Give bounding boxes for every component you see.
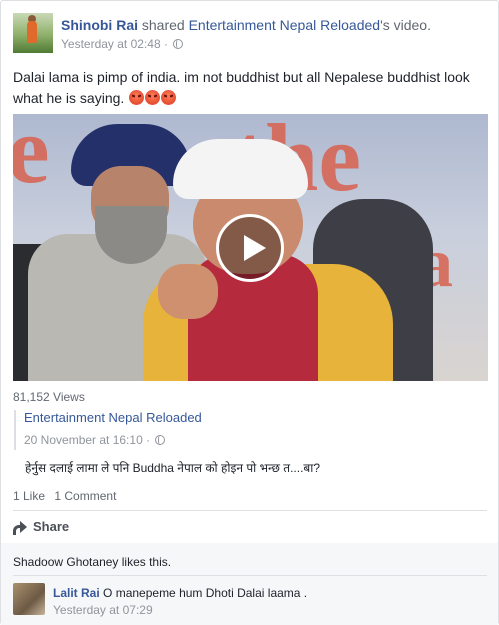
post-meta: Yesterday at 02:48 · (61, 36, 184, 52)
share-button-label: Share (33, 519, 70, 534)
comment-text: O manepeme hum Dhoti Dalai laama . (103, 586, 308, 600)
author-name-link[interactable]: Shinobi Rai (61, 17, 138, 33)
shared-source-timestamp[interactable]: 20 November at 16:10 (24, 433, 143, 447)
video-banner-glyph: e (13, 114, 50, 203)
post-headline: Shinobi Rai shared Entertainment Nepal R… (61, 16, 431, 34)
shared-source-block: Entertainment Nepal Reloaded 20 November… (14, 410, 484, 450)
divider (13, 575, 487, 576)
comment-count-link[interactable]: 1 Comment (54, 489, 116, 503)
commenter-name-link[interactable]: Lalit Rai (53, 586, 100, 600)
author-avatar[interactable] (13, 13, 53, 53)
video-player[interactable]: e the a (13, 114, 488, 381)
meta-separator: · (146, 433, 151, 447)
meta-separator: · (163, 37, 168, 51)
play-icon[interactable] (216, 214, 284, 282)
caption-text: Dalai lama is pimp of india. im not budd… (13, 69, 470, 106)
shared-page-link[interactable]: Entertainment Nepal Reloaded (189, 17, 380, 33)
headline-suffix: 's video. (380, 17, 431, 33)
post-footer: Shadoow Ghotaney likes this. Lalit Rai O… (1, 543, 498, 625)
engagement-counts: 1 Like 1 Comment (13, 489, 122, 503)
share-icon (13, 521, 27, 535)
shared-source-meta: 20 November at 16:10 · (24, 432, 484, 448)
post-header: Shinobi Rai shared Entertainment Nepal R… (13, 13, 483, 55)
angry-face-emoji (129, 90, 145, 105)
shared-source-page-link[interactable]: Entertainment Nepal Reloaded (24, 410, 484, 426)
comment-body: Lalit Rai O manepeme hum Dhoti Dalai laa… (53, 585, 307, 601)
view-count: 81,152 Views (13, 390, 85, 404)
share-button[interactable]: Share (13, 519, 69, 537)
angry-face-emoji (161, 90, 177, 105)
divider (13, 510, 487, 511)
avatar-figure-body (27, 21, 37, 43)
post-caption: Dalai lama is pimp of india. im not budd… (13, 67, 489, 109)
shared-source-text: हेर्नुस दलाई लामा ले पनि Buddha नेपाल को… (25, 461, 321, 475)
post-card: Shinobi Rai shared Entertainment Nepal R… (0, 0, 499, 625)
video-white-cap (173, 139, 308, 199)
commenter-avatar[interactable] (13, 583, 45, 615)
likes-summary[interactable]: Shadoow Ghotaney likes this. (13, 555, 171, 569)
post-timestamp[interactable]: Yesterday at 02:48 (61, 37, 161, 51)
like-count-link[interactable]: 1 Like (13, 489, 45, 503)
globe-icon[interactable] (173, 38, 184, 49)
comment-item: Lalit Rai O manepeme hum Dhoti Dalai laa… (13, 583, 487, 621)
comment-timestamp[interactable]: Yesterday at 07:29 (53, 603, 153, 617)
globe-icon[interactable] (155, 434, 166, 445)
shared-action-text: shared (141, 17, 185, 33)
video-hand (158, 264, 218, 319)
angry-face-emoji (145, 90, 161, 105)
